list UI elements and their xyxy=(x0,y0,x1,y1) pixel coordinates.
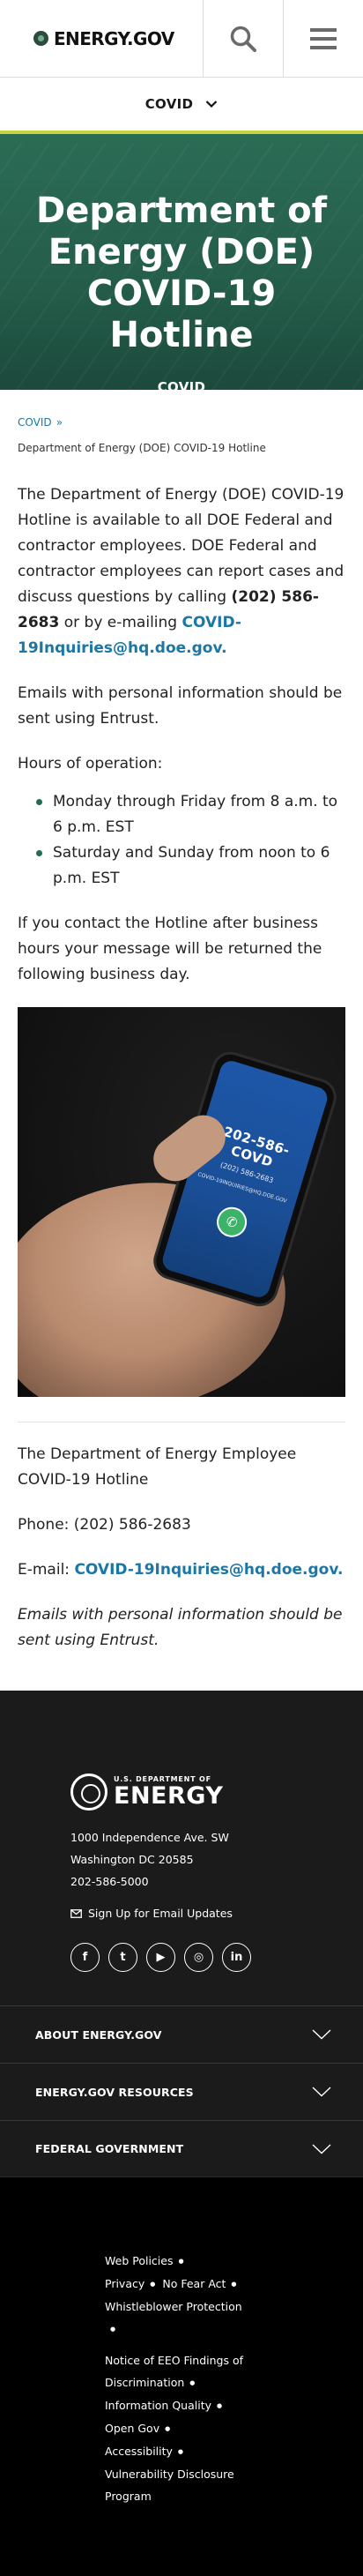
phone-screen: 202-586-COVD (202) 586-2683 COVID-19INQU… xyxy=(159,1057,330,1301)
chevron-down-icon xyxy=(205,101,218,108)
email-label: E-mail: xyxy=(18,1561,75,1579)
footer-logo-text: U.S. DEPARTMENT OF ENERGY xyxy=(114,1775,223,1810)
page-title: Department of Energy (DOE) COVID-19 Hotl… xyxy=(35,190,328,355)
list-item: Monday through Friday from 8 a.m. to 6 p… xyxy=(36,789,345,840)
accordion-federal-government[interactable]: FEDERAL GOVERNMENT xyxy=(0,2120,363,2177)
chevron-down-icon xyxy=(312,2143,331,2154)
address-phone: 202-586-5000 xyxy=(70,1875,149,1888)
breadcrumb-separator: » xyxy=(56,416,63,429)
site-footer: U.S. DEPARTMENT OF ENERGY 1000 Independe… xyxy=(0,1691,363,2576)
doe-seal-icon xyxy=(33,31,48,46)
search-icon xyxy=(230,26,256,52)
intro-paragraph: The Department of Energy (DOE) COVID-19 … xyxy=(18,482,345,661)
footer-top: U.S. DEPARTMENT OF ENERGY 1000 Independe… xyxy=(0,1691,363,1972)
email-line: E-mail: COVID-19Inquiries@hq.doe.gov. xyxy=(18,1557,345,1583)
phone-line: Phone: (202) 586-2683 xyxy=(18,1512,345,1538)
main-content: COVID » Department of Energy (DOE) COVID… xyxy=(0,390,363,1654)
email-signup-link[interactable]: Sign Up for Email Updates xyxy=(70,1907,363,1920)
breadcrumb-link-covid[interactable]: COVID xyxy=(18,416,52,429)
topic-dropdown[interactable]: COVID xyxy=(0,78,363,134)
dot-separator: ● xyxy=(217,2402,223,2409)
intro-text-2: or by e-mailing xyxy=(59,614,182,631)
legal-link[interactable]: Web Policies xyxy=(105,2254,173,2267)
search-button[interactable] xyxy=(203,0,283,77)
accordion-about[interactable]: ABOUT ENERGY.GOV xyxy=(0,2005,363,2063)
youtube-icon[interactable]: ▶ xyxy=(146,1943,175,1972)
twitter-icon[interactable]: t xyxy=(108,1943,137,1972)
legal-links: Web Policies ● Privacy ● No Fear Act ● Whist… xyxy=(105,2250,272,2507)
accordion-label: ABOUT ENERGY.GOV xyxy=(35,2027,162,2042)
footer-logo[interactable]: U.S. DEPARTMENT OF ENERGY xyxy=(70,1773,363,1811)
doe-seal-icon xyxy=(70,1773,107,1811)
dot-separator: ● xyxy=(110,2326,116,2333)
facebook-icon[interactable]: f xyxy=(70,1943,100,1972)
entrust-paragraph: Emails with personal information should … xyxy=(18,684,343,728)
topic-label: COVID xyxy=(144,96,194,112)
site-logo[interactable]: ENERGY.GOV xyxy=(0,0,203,77)
contact-title: The Department of Energy Employee COVID-… xyxy=(18,1445,297,1489)
chevron-down-icon xyxy=(312,2087,331,2097)
legal-link[interactable]: Accessibility xyxy=(105,2445,173,2458)
contact-email-link[interactable]: COVID-19Inquiries@hq.doe.gov. xyxy=(74,1561,343,1579)
phone-value: (202) 586-2683 xyxy=(73,1516,191,1534)
envelope-icon xyxy=(70,1908,82,1918)
site-header: ENERGY.GOV xyxy=(0,0,363,78)
dot-separator: ● xyxy=(150,2281,156,2288)
after-hours-paragraph: If you contact the Hotline after busines… xyxy=(18,915,322,983)
address-line: 1000 Independence Ave. SW xyxy=(70,1831,229,1844)
footer-accordions: ABOUT ENERGY.GOV ENERGY.GOV RESOURCES FE… xyxy=(0,2005,363,2177)
dot-separator: ● xyxy=(165,2425,171,2432)
menu-button[interactable] xyxy=(283,0,363,77)
logo-big-text: ENERGY xyxy=(114,1781,224,1810)
hotline-phone-image: 202-586-COVD (202) 586-2683 COVID-19INQU… xyxy=(18,1007,345,1397)
instagram-icon[interactable]: ◎ xyxy=(184,1943,213,1972)
hours-heading: Hours of operation: xyxy=(18,755,163,773)
breadcrumb-current: Department of Energy (DOE) COVID-19 Hotl… xyxy=(18,442,266,454)
list-item: Saturday and Sunday from noon to 6 p.m. … xyxy=(36,840,345,892)
breadcrumb: COVID » Department of Energy (DOE) COVID… xyxy=(18,390,345,454)
dot-separator: ● xyxy=(177,2448,184,2455)
accordion-resources[interactable]: ENERGY.GOV RESOURCES xyxy=(0,2063,363,2120)
address-line: Washington DC 20585 xyxy=(70,1853,194,1866)
legal-link[interactable]: Information Quality xyxy=(105,2399,211,2412)
footer-address: 1000 Independence Ave. SW Washington DC … xyxy=(70,1826,363,1893)
social-links: f t ▶ ◎ in xyxy=(70,1943,363,1972)
legal-link[interactable]: Vulnerability Disclosure Program xyxy=(105,2468,234,2503)
logo-text: ENERGY.GOV xyxy=(54,27,174,49)
call-icon: ✆ xyxy=(212,1203,251,1241)
intro-period: . xyxy=(221,639,227,657)
signup-label: Sign Up for Email Updates xyxy=(88,1907,233,1920)
legal-link[interactable]: No Fear Act xyxy=(162,2277,226,2290)
legal-link[interactable]: Whistleblower Protection xyxy=(105,2300,242,2313)
linkedin-icon[interactable]: in xyxy=(222,1943,251,1972)
entrust-note: Emails with personal information should … xyxy=(18,1606,343,1649)
hamburger-menu-icon xyxy=(310,27,337,49)
hero-topic-tag[interactable]: COVID xyxy=(0,379,363,390)
legal-link[interactable]: Open Gov xyxy=(105,2422,159,2435)
legal-link[interactable]: Notice of EEO Findings of Discrimination xyxy=(105,2354,243,2389)
phone-label: Phone: xyxy=(18,1516,74,1534)
dot-separator: ● xyxy=(189,2379,196,2386)
hours-list: Monday through Friday from 8 a.m. to 6 p… xyxy=(18,789,345,892)
hero-banner: Department of Energy (DOE) COVID-19 Hotl… xyxy=(0,134,363,390)
legal-link[interactable]: Privacy xyxy=(105,2277,144,2290)
chevron-down-icon xyxy=(312,2029,331,2040)
dot-separator: ● xyxy=(231,2281,237,2288)
accordion-label: ENERGY.GOV RESOURCES xyxy=(35,2085,194,2099)
footer-legal: Web Policies ● Privacy ● No Fear Act ● Whist… xyxy=(0,2177,363,2576)
accordion-label: FEDERAL GOVERNMENT xyxy=(35,2142,184,2155)
dot-separator: ● xyxy=(178,2258,184,2265)
